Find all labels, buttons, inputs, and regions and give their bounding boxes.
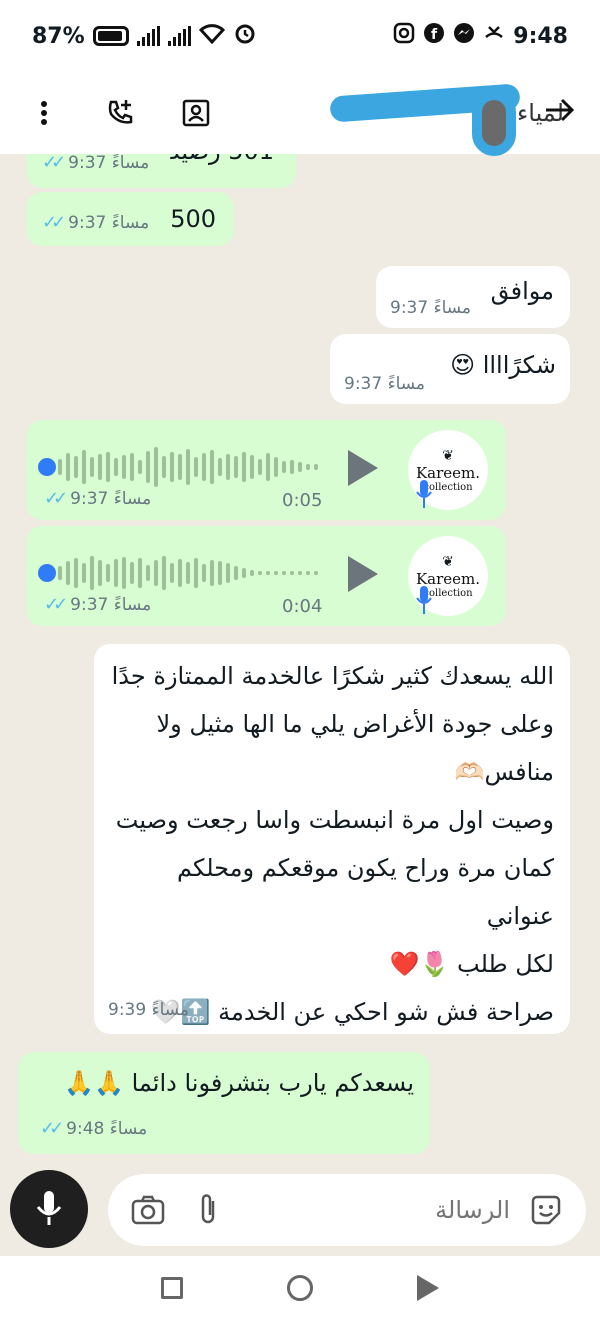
message-field[interactable] (108, 1174, 586, 1246)
voice-message-bubble[interactable]: ❦ Kareem. collection ✓✓ 9:37 مساءً 0:04 (26, 526, 506, 626)
battery-percent: 87% (32, 23, 85, 49)
message-time: 9:37 مساءً (68, 212, 150, 233)
play-icon[interactable] (348, 450, 378, 486)
message-bubble-incoming[interactable]: موافق 9:37 مساءً (376, 266, 570, 328)
message-text: 500 (170, 205, 216, 233)
message-line: وصيت اول مرة انبسطت واسا رجعت وصيت (115, 806, 554, 834)
home-icon[interactable] (287, 1275, 313, 1301)
message-time: 9:48 مساءً (66, 1118, 148, 1139)
message-time: 9:37 مساءً (344, 374, 426, 394)
phone-plus-icon (108, 100, 133, 124)
sticker-icon (531, 1195, 561, 1225)
signal-icon-2 (167, 26, 191, 46)
signal-icon (136, 26, 160, 46)
playback-position-handle[interactable] (38, 458, 56, 476)
message-time: 9:37 مساءً (70, 488, 152, 509)
message-text: 501 رصيد (169, 154, 274, 170)
message-input-bar (0, 1170, 600, 1254)
arrow-right-icon[interactable] (542, 92, 578, 128)
message-time: 9:37 مساءً (390, 298, 472, 318)
more-options-button[interactable] (24, 93, 64, 133)
contact-card-button[interactable] (176, 93, 216, 133)
avatar-brand: Kareem. (415, 463, 481, 482)
message-time: 9:39 مساءً (108, 1000, 190, 1020)
wifi-icon (198, 22, 225, 50)
add-call-button[interactable] (100, 93, 140, 133)
back-icon[interactable] (417, 1275, 439, 1301)
voice-message-bubble[interactable]: ❦ Kareem. collection ✓✓ 9:37 مساءً 0:05 (26, 420, 506, 520)
message-text: الله يسعدك كثير شكرًا عالخدمة الممتازة ج… (110, 652, 554, 1036)
message-meta: ✓✓ 9:37 مساءً (42, 154, 149, 173)
message-time: 9:37 مساءً (68, 154, 150, 173)
message-line: وعلى جودة الأغراض يلي ما الها مثيل ولا (156, 710, 554, 738)
read-ticks-icon: ✓✓ (42, 212, 66, 233)
attach-button[interactable] (186, 1188, 230, 1232)
read-ticks-icon: ✓✓ (42, 154, 66, 173)
message-line: منافس🫶🏻 (454, 758, 554, 786)
sticker-button[interactable] (524, 1188, 568, 1232)
read-ticks-icon: ✓✓ (40, 1118, 64, 1139)
message-input[interactable] (280, 1196, 510, 1224)
camera-icon (131, 1195, 165, 1225)
playback-position-handle[interactable] (38, 564, 56, 582)
brand-icon: ❦ (442, 553, 454, 570)
message-line: كمان مرة وراح يكون موقعكم ومحلكم عنواني (177, 854, 554, 930)
message-text: موافق (490, 277, 554, 305)
message-bubble-outgoing[interactable]: 501 رصيد ✓✓ 9:37 مساءً (26, 154, 296, 188)
messenger-icon (453, 22, 475, 50)
voice-duration: 0:04 (282, 596, 323, 617)
battery-icon (92, 26, 129, 46)
message-bubble-outgoing[interactable]: يسعدكم يارب بتشرفونا دائما 🙏🙏 ✓✓ 9:48 مس… (18, 1052, 430, 1154)
play-icon[interactable] (348, 556, 378, 592)
waveform[interactable] (58, 442, 318, 492)
alarm-icon (233, 21, 257, 51)
avatar-brand: Kareem. (415, 569, 481, 588)
microphone-icon (36, 1191, 62, 1225)
read-ticks-icon: ✓✓ (44, 488, 68, 509)
read-ticks-icon: ✓✓ (44, 594, 68, 615)
status-bar: 87% f 9:48 (0, 0, 600, 72)
message-line: لكل طلب 🌷❤️ (389, 950, 554, 978)
message-meta: ✓✓ 9:48 مساءً (40, 1118, 147, 1139)
message-meta: 9:37 مساءً (390, 298, 471, 318)
contact-card-icon (182, 99, 210, 127)
more-vertical-icon (41, 101, 47, 125)
waveform[interactable] (58, 548, 318, 598)
message-bubble-outgoing[interactable]: 500 ✓✓ 9:37 مساءً (26, 192, 234, 246)
message-meta: ✓✓ 9:37 مساءً (44, 488, 151, 509)
message-text: يسعدكم يارب بتشرفونا دائما 🙏🙏 (64, 1069, 414, 1097)
microphone-icon (416, 480, 432, 508)
message-meta: 9:39 مساءً (108, 1000, 189, 1020)
message-text: شكرًاااا 😍 (450, 351, 556, 379)
microphone-icon (416, 586, 432, 614)
message-meta: ✓✓ 9:37 مساءً (44, 594, 151, 615)
voice-duration: 0:05 (282, 490, 323, 511)
instagram-icon (393, 22, 415, 50)
message-meta: ✓✓ 9:37 مساءً (42, 212, 149, 233)
svg-text:f: f (431, 27, 438, 43)
recent-apps-icon[interactable] (161, 1277, 183, 1299)
contact-avatar[interactable] (472, 90, 516, 156)
message-line: الله يسعدك كثير شكرًا عالخدمة الممتازة ج… (111, 662, 554, 690)
paperclip-icon (201, 1194, 215, 1224)
missed-call-icon (483, 22, 505, 50)
system-nav-bar (0, 1256, 600, 1320)
facebook-icon: f (423, 22, 445, 50)
voice-record-button[interactable] (10, 1170, 88, 1248)
message-time: 9:37 مساءً (70, 594, 152, 615)
message-bubble-incoming[interactable]: شكرًاااا 😍 9:37 مساءً (330, 334, 570, 404)
status-time: 9:48 (513, 23, 568, 49)
message-meta: 9:37 مساءً (344, 374, 425, 394)
message-bubble-incoming[interactable]: الله يسعدك كثير شكرًا عالخدمة الممتازة ج… (94, 644, 570, 1034)
chat-area[interactable]: 501 رصيد ✓✓ 9:37 مساءً 500 ✓✓ 9:37 مساءً… (0, 154, 600, 1170)
brand-icon: ❦ (442, 447, 454, 464)
camera-button[interactable] (126, 1188, 170, 1232)
